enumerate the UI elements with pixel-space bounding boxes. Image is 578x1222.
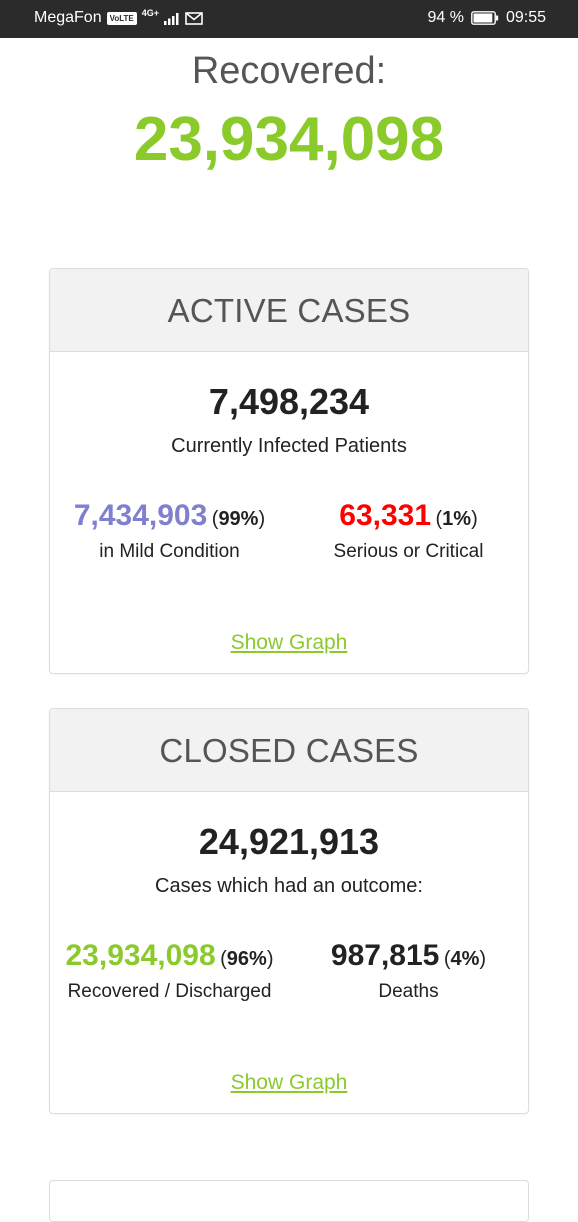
recovered-label: Recovered: xyxy=(191,50,387,92)
active-cases-panel: ACTIVE CASES 7,498,234 Currently Infecte… xyxy=(49,268,529,674)
mild-label: in Mild Condition xyxy=(99,541,240,562)
recovered-discharged-block: 23,934,098 (96%) Recovered / Discharged xyxy=(50,939,289,1003)
serious-critical-block: 63,331 (1%) Serious or Critical xyxy=(289,499,528,563)
mail-icon xyxy=(185,11,203,25)
status-right: 94 % 09:55 xyxy=(427,9,546,27)
serious-label: Serious or Critical xyxy=(333,541,484,562)
active-cases-total: 7,498,234 xyxy=(208,381,370,422)
deaths-count: 987,815 xyxy=(330,939,440,972)
recovered-discharged-label: Recovered / Discharged xyxy=(67,981,272,1002)
serious-count: 63,331 xyxy=(339,499,432,532)
next-panel-partial xyxy=(49,1180,529,1222)
network-type: 4G+ xyxy=(141,8,160,18)
closed-cases-show-graph-link[interactable]: Show Graph xyxy=(50,1071,528,1095)
recovered-discharged-percent: (96%) xyxy=(220,948,274,970)
mild-condition-block: 7,434,903 (99%) in Mild Condition xyxy=(50,499,289,563)
active-cases-title: ACTIVE CASES xyxy=(50,269,528,352)
active-cases-show-graph-link[interactable]: Show Graph xyxy=(50,631,528,655)
deaths-percent: (4%) xyxy=(443,948,487,970)
mild-count: 7,434,903 xyxy=(73,499,208,532)
closed-cases-total: 24,921,913 xyxy=(198,821,380,862)
status-left: MegaFon VoLTE 4G+ xyxy=(34,8,203,27)
recovered-count: 23,934,098 xyxy=(133,105,445,174)
volte-icon: VoLTE xyxy=(106,11,137,25)
mild-percent: (99%) xyxy=(211,508,266,530)
status-bar: MegaFon VoLTE 4G+ 94 % 09:55 xyxy=(0,0,578,38)
deaths-block: 987,815 (4%) Deaths xyxy=(289,939,528,1003)
battery-icon xyxy=(471,11,499,25)
battery-percent: 94 % xyxy=(427,9,464,26)
active-cases-subtitle: Currently Infected Patients xyxy=(171,435,407,457)
closed-cases-title: CLOSED CASES xyxy=(50,709,528,792)
deaths-label: Deaths xyxy=(378,981,439,1002)
serious-percent: (1%) xyxy=(435,508,478,530)
closed-cases-subtitle: Cases which had an outcome: xyxy=(155,875,423,897)
carrier-name: MegaFon xyxy=(34,9,102,26)
closed-cases-panel: CLOSED CASES 24,921,913 Cases which had … xyxy=(49,708,529,1114)
clock: 09:55 xyxy=(505,9,546,26)
signal-strength-icon xyxy=(164,12,179,25)
recovered-discharged-count: 23,934,098 xyxy=(65,939,216,972)
